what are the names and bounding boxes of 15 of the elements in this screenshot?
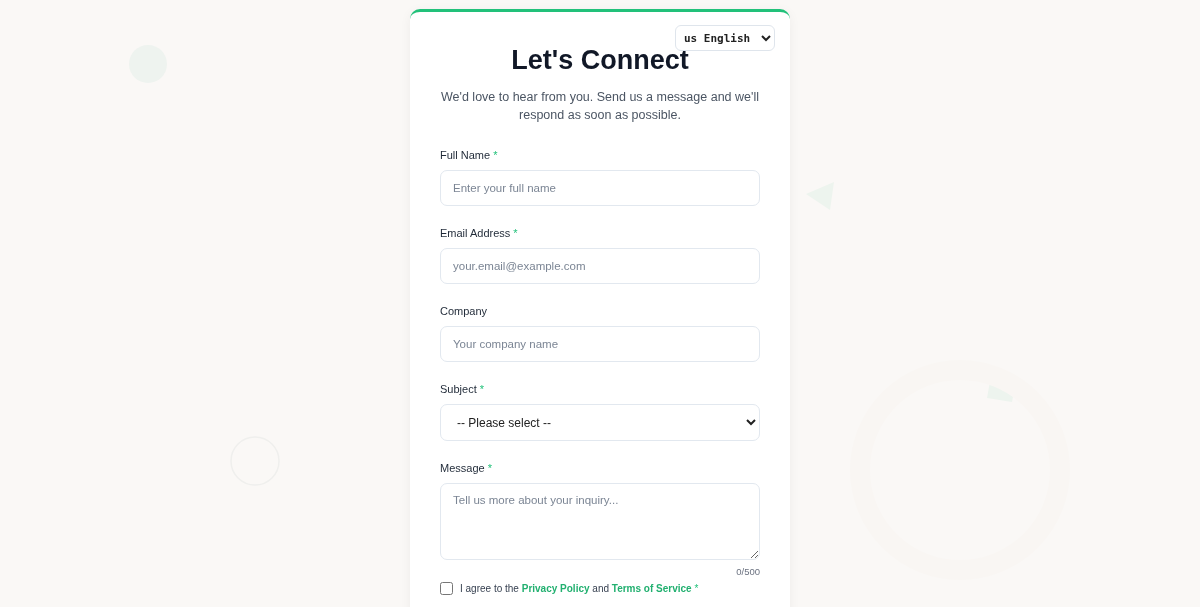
- field-label: Email Address *: [440, 226, 519, 240]
- subject-select[interactable]: -- Please select --: [440, 404, 760, 441]
- field-label: Subject *: [440, 382, 486, 396]
- field-label: Company: [440, 304, 489, 318]
- input-field[interactable]: your.email@example.com: [440, 248, 760, 284]
- consent-checkbox[interactable]: [440, 582, 453, 595]
- message-field[interactable]: Tell us more about your inquiry...: [440, 483, 760, 560]
- field-label: Message *: [440, 461, 493, 475]
- consent-text: I agree to the Privacy Policy and Terms of Service *: [460, 583, 699, 594]
- field-label: Full Name *: [440, 148, 499, 162]
- input-field[interactable]: Your company name: [440, 326, 760, 362]
- language-select[interactable]: us English: [675, 25, 775, 51]
- input-field[interactable]: Enter your full name: [440, 170, 760, 206]
- character-counter: 0/500: [736, 566, 760, 577]
- form-subtitle: We'd love to hear from you. Send us a message and we'll respond as soon as possible.: [440, 89, 760, 124]
